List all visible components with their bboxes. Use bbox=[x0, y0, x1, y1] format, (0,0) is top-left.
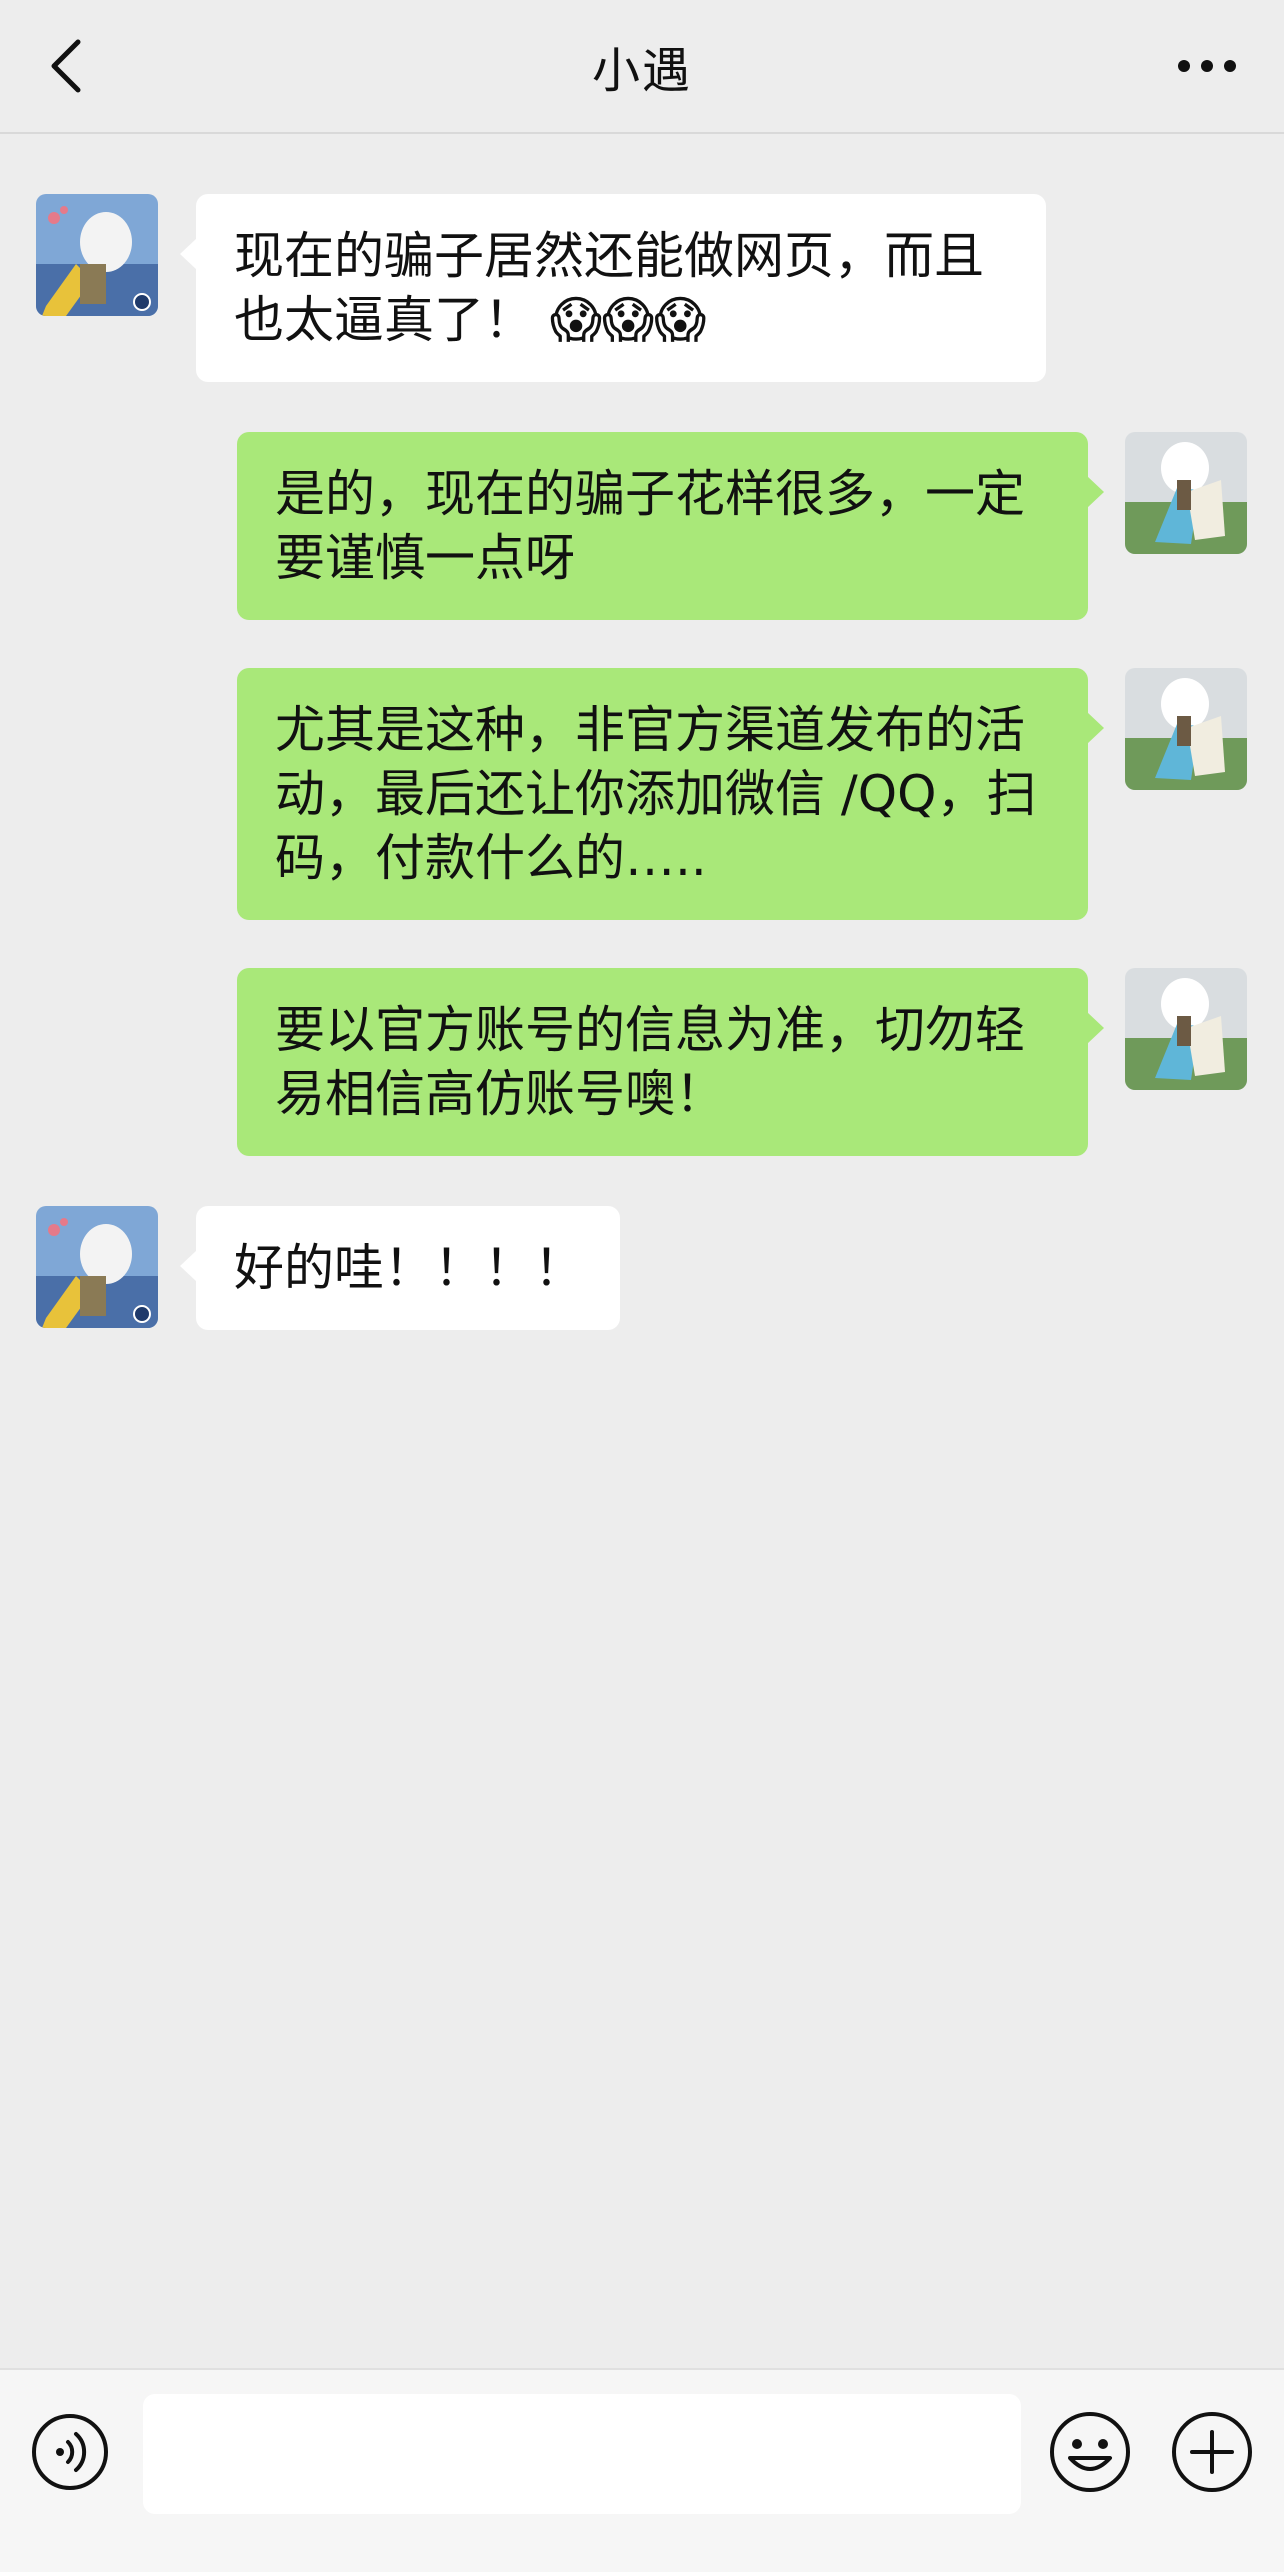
message-bubble-incoming: 好的哇！！！！ bbox=[180, 1206, 620, 1330]
message-text: 是的，现在的骗子花样很多，一定要谨慎一点呀 bbox=[275, 465, 1025, 587]
contact-avatar[interactable] bbox=[36, 1206, 158, 1328]
ellipsis-icon bbox=[1178, 60, 1236, 72]
message-text: 要以官方账号的信息为准，切勿轻易相信高仿账号噢！ bbox=[275, 1001, 1025, 1123]
my-avatar[interactable] bbox=[1125, 968, 1247, 1090]
plus-button[interactable] bbox=[1170, 2410, 1254, 2494]
emoji-button[interactable] bbox=[1048, 2410, 1132, 2494]
voice-icon bbox=[32, 2414, 108, 2490]
scream-emoji: 😱😱😱 bbox=[549, 291, 707, 349]
message-bubble-outgoing: 尤其是这种，非官方渠道发布的活动，最后还让你添加微信 /QQ，扫码，付款什么的…… bbox=[237, 668, 1104, 920]
message-text: 尤其是这种，非官方渠道发布的活动，最后还让你添加微信 /QQ，扫码，付款什么的…… bbox=[275, 701, 1037, 887]
my-avatar[interactable] bbox=[1125, 432, 1247, 554]
message-text: 好的哇！！！！ bbox=[234, 1239, 584, 1297]
nav-bar: 小遇 bbox=[0, 0, 1284, 134]
chat-title: 小遇 bbox=[591, 43, 692, 99]
input-bar bbox=[0, 2368, 1284, 2572]
emoji-icon bbox=[1050, 2412, 1130, 2492]
contact-avatar[interactable] bbox=[36, 194, 158, 316]
plus-circle-icon bbox=[1172, 2412, 1252, 2492]
message-bubble-incoming: 现在的骗子居然还能做网页，而且也太逼真了！ 😱😱😱 bbox=[180, 194, 1046, 382]
message-bubble-outgoing: 要以官方账号的信息为准，切勿轻易相信高仿账号噢！ bbox=[237, 968, 1104, 1156]
my-avatar[interactable] bbox=[1125, 668, 1247, 790]
voice-button[interactable] bbox=[30, 2412, 110, 2492]
more-button[interactable] bbox=[1172, 40, 1242, 92]
message-bubble-outgoing: 是的，现在的骗子花样很多，一定要谨慎一点呀 bbox=[237, 432, 1104, 620]
message-input[interactable] bbox=[143, 2394, 1021, 2514]
